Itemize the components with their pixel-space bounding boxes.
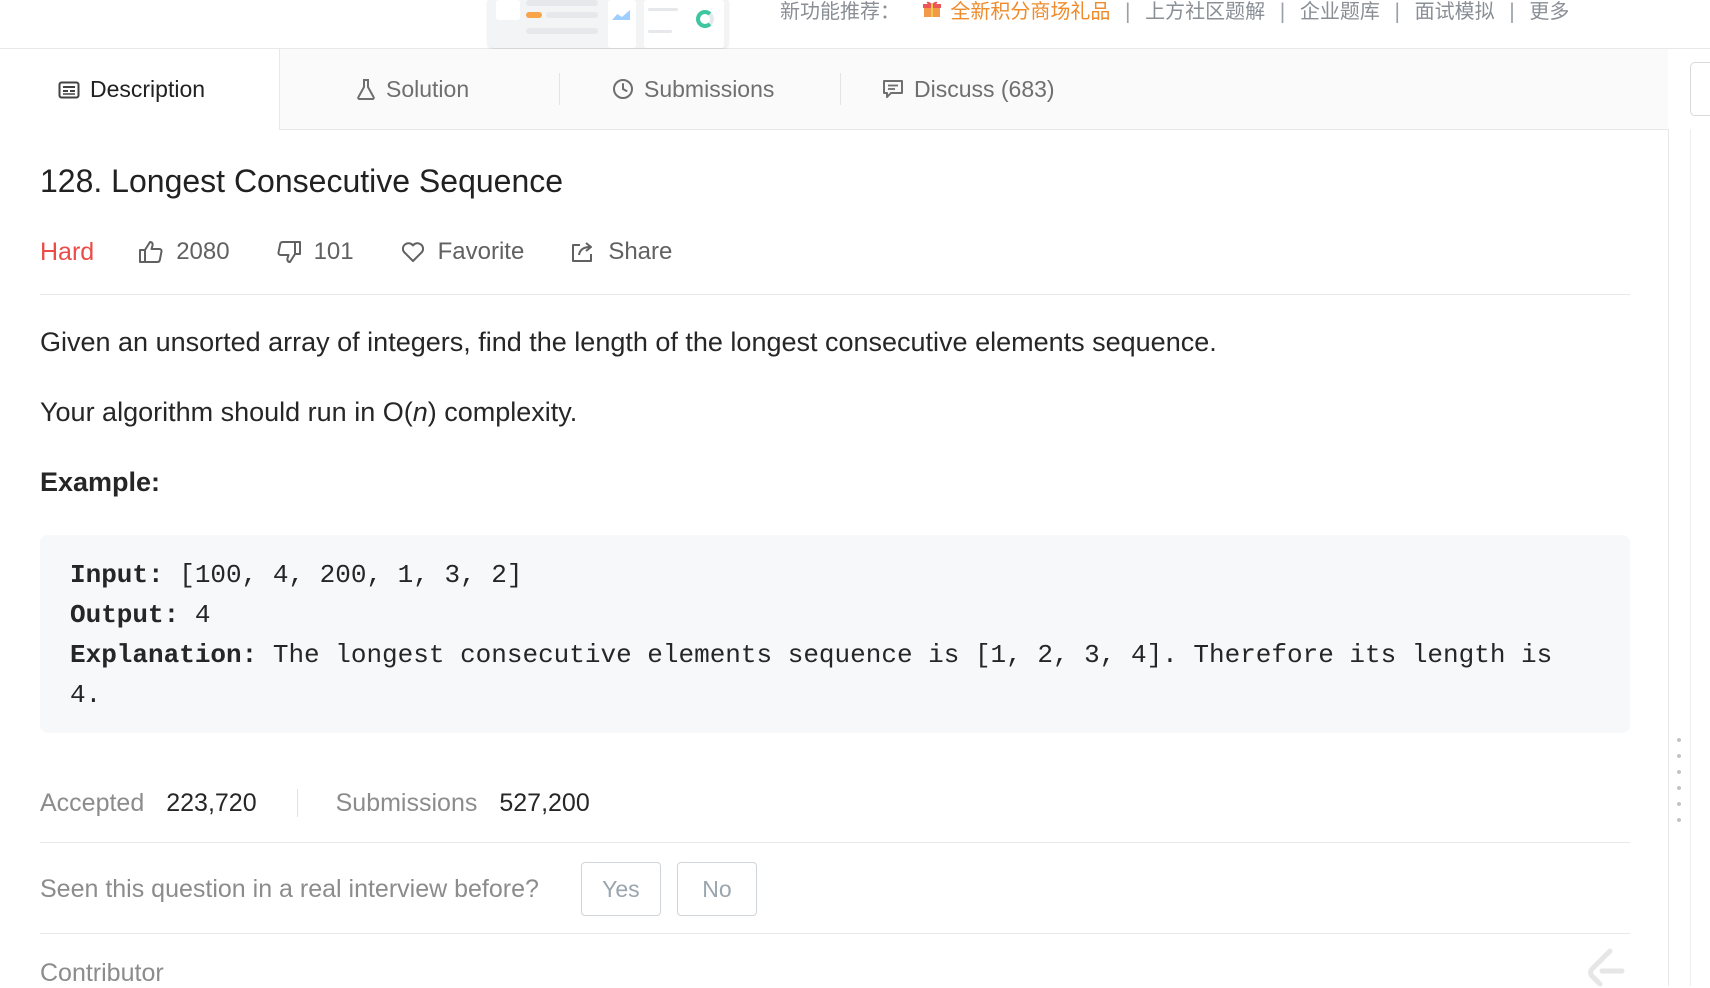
example-code-block: Input: [100, 4, 200, 1, 3, 2] Output: 4 … — [40, 535, 1630, 733]
heart-icon — [401, 242, 424, 262]
tab-divider — [840, 73, 841, 105]
problem-title: 128. Longest Consecutive Sequence — [40, 163, 564, 199]
dislike-button[interactable]: 101 — [276, 238, 354, 266]
tab-submissions-label: Submissions — [644, 75, 775, 102]
yes-button[interactable]: Yes — [580, 862, 661, 916]
editor-panel-toggle[interactable] — [1690, 62, 1710, 116]
panel-divider — [1668, 129, 1669, 986]
tab-discuss-label: Discuss (683) — [914, 75, 1055, 102]
tab-solution[interactable]: Solution — [356, 49, 469, 129]
problem-tabs: Description Solution Submissions Discuss… — [0, 49, 1668, 130]
submissions-label: Submissions — [335, 788, 478, 817]
accepted-count: 223,720 — [166, 788, 257, 817]
divider — [40, 294, 1630, 295]
promo-links: 新功能推荐： 全新积分商场礼品 | 上方社区题解 | 企业题库 | 面试模拟 | 更多 — [780, 0, 1570, 23]
tab-description-label: Description — [90, 76, 206, 102]
divider — [40, 933, 1630, 934]
tab-submissions[interactable]: Submissions — [612, 49, 774, 129]
share-button[interactable]: Share — [570, 238, 672, 266]
tab-divider — [559, 73, 560, 105]
no-button[interactable]: No — [676, 862, 757, 916]
promo-link-more[interactable]: 更多 — [1529, 0, 1569, 23]
leetcode-logo-icon — [1588, 948, 1625, 987]
top-banner: 新功能推荐： 全新积分商场礼品 | 上方社区题解 | 企业题库 | 面试模拟 | 更多 — [0, 0, 1710, 49]
contributor-label: Contributor — [40, 959, 164, 987]
problem-meta: Hard 2080 101 Favorite Share — [40, 230, 718, 274]
resize-handle[interactable] — [1676, 738, 1682, 830]
accepted-label: Accepted — [40, 788, 145, 817]
stats-separator — [296, 789, 298, 817]
interview-question-text: Seen this question in a real interview b… — [40, 874, 539, 903]
tab-description[interactable]: Description — [0, 49, 280, 130]
flask-icon — [357, 79, 375, 100]
description-icon — [58, 81, 80, 98]
promo-link-mock[interactable]: 面试模拟 — [1415, 0, 1495, 23]
interview-question: Seen this question in a real interview b… — [40, 860, 773, 918]
promo-link-community[interactable]: 上方社区题解 — [1145, 0, 1265, 23]
comment-icon — [883, 80, 903, 98]
submissions-count: 527,200 — [499, 788, 590, 817]
dislike-count: 101 — [313, 238, 354, 265]
gift-icon — [923, 1, 942, 17]
tab-solution-label: Solution — [386, 75, 470, 102]
thumbs-down-icon — [277, 241, 301, 263]
promo-link-company[interactable]: 企业题库 — [1300, 0, 1380, 23]
scrollbar-track[interactable] — [1690, 129, 1691, 986]
tab-discuss[interactable]: Discuss (683) — [882, 49, 1055, 129]
complexity-requirement: Your algorithm should run in O(n) comple… — [40, 397, 578, 427]
favorite-label: Favorite — [437, 238, 525, 265]
share-label: Share — [608, 238, 673, 265]
clock-icon — [613, 79, 633, 99]
problem-statement: Given an unsorted array of integers, fin… — [40, 327, 1217, 357]
promo-prefix: 新功能推荐： — [780, 0, 900, 23]
example-heading: Example: — [40, 467, 161, 497]
promo-highlight-link[interactable]: 全新积分商场礼品 — [950, 0, 1110, 23]
feature-preview-image[interactable] — [488, 0, 728, 48]
share-icon — [572, 242, 593, 262]
acceptance-stats: Accepted 223,720 Submissions 527,200 — [40, 783, 590, 823]
thumbs-up-icon — [139, 241, 163, 263]
like-count: 2080 — [176, 238, 230, 265]
favorite-button[interactable]: Favorite — [400, 238, 525, 266]
like-button[interactable]: 2080 — [138, 238, 230, 266]
divider — [40, 842, 1630, 843]
difficulty-badge: Hard — [40, 237, 95, 266]
